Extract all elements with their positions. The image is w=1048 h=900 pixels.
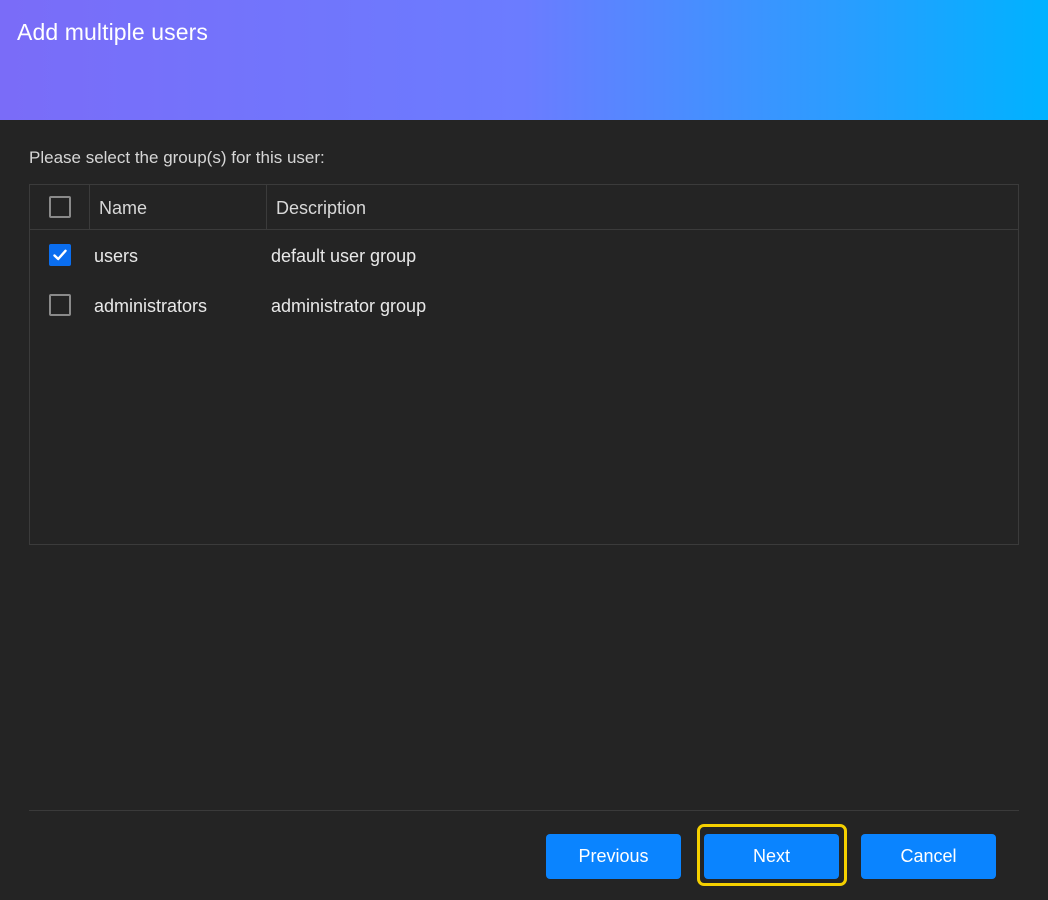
table-row-users[interactable]: users default user group <box>30 232 1018 282</box>
row-checkbox-administrators[interactable] <box>49 294 71 316</box>
row-checkbox-users[interactable] <box>49 244 71 266</box>
checkmark-icon <box>53 249 67 261</box>
footer-divider <box>29 810 1019 811</box>
previous-button[interactable]: Previous <box>546 834 681 879</box>
column-header-description[interactable]: Description <box>276 198 366 219</box>
groups-table: Name Description users default user grou… <box>29 184 1019 545</box>
group-selection-instruction: Please select the group(s) for this user… <box>29 148 325 167</box>
column-divider <box>89 185 90 230</box>
next-button[interactable]: Next <box>704 834 839 879</box>
row-name: users <box>94 246 139 266</box>
cancel-button[interactable]: Cancel <box>861 834 996 879</box>
dialog-header: Add multiple users <box>0 0 1048 120</box>
column-divider <box>266 185 267 230</box>
row-name: administrators <box>94 296 208 316</box>
dialog-title: Add multiple users <box>17 19 208 45</box>
column-header-name[interactable]: Name <box>99 198 147 219</box>
row-description: default user group <box>271 246 417 266</box>
table-row-administrators[interactable]: administrators administrator group <box>30 282 1018 332</box>
row-description: administrator group <box>271 296 427 316</box>
add-multiple-users-dialog: Add multiple users Please select the gro… <box>0 0 1048 900</box>
table-header: Name Description <box>30 185 1018 230</box>
select-all-checkbox[interactable] <box>49 196 71 218</box>
